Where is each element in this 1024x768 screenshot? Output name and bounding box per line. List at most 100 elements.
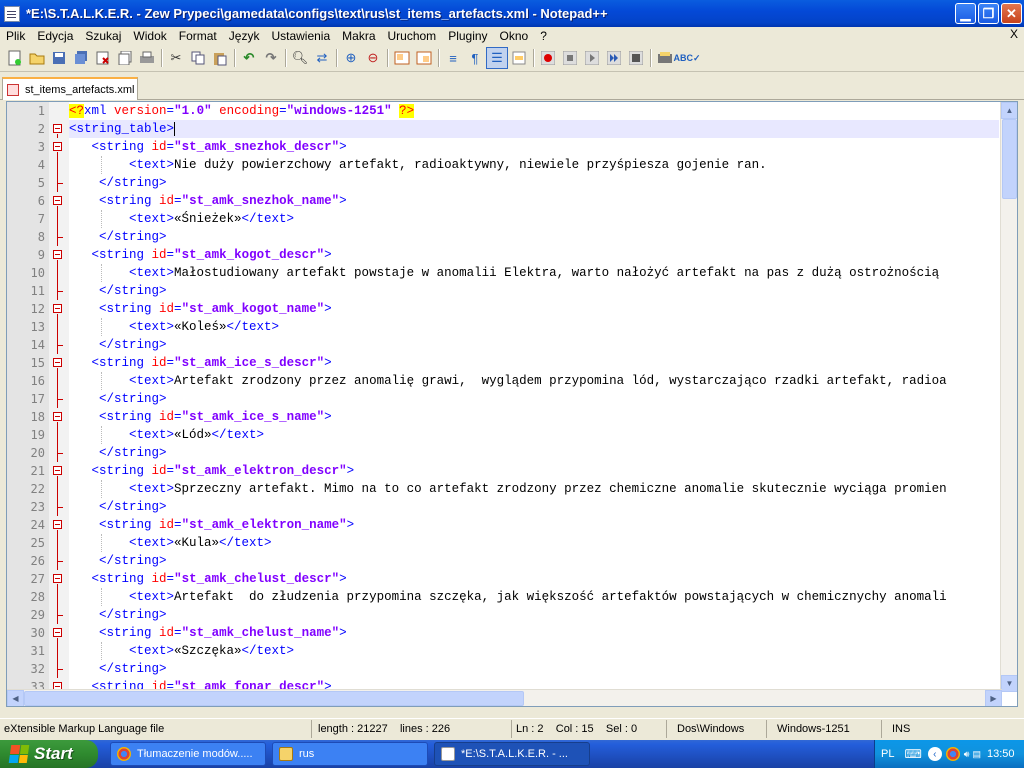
sync-horizontal-icon[interactable] [413,47,435,69]
scroll-up-icon[interactable]: ▲ [1001,102,1017,119]
code-line[interactable]: <?xml version="1.0" encoding="windows-12… [69,102,415,120]
save-icon[interactable] [48,47,70,69]
code-line[interactable]: <string id="st_amk_ice_s_descr"> [69,354,332,372]
close-all-icon[interactable] [114,47,136,69]
indent-guide-icon[interactable]: ☰ [486,47,508,69]
spell-check-icon[interactable]: ABC✓ [673,47,700,69]
keyboard-icon[interactable]: ⌨ [904,747,921,761]
close-file-icon[interactable] [92,47,114,69]
open-file-icon[interactable] [26,47,48,69]
menu-3[interactable]: Widok [127,29,172,43]
paste-icon[interactable] [209,47,231,69]
fold-collapse-icon[interactable] [53,574,62,583]
code-line[interactable]: <text>«Śnieżek»</text> [69,210,294,228]
menu-4[interactable]: Format [173,29,223,43]
vertical-scrollbar[interactable]: ▲ ▼ [1000,102,1017,692]
menu-5[interactable]: Język [223,29,266,43]
tray-expand-icon[interactable]: ‹ [927,747,942,761]
fold-collapse-icon[interactable] [53,466,62,475]
code-line[interactable]: <text>«Kula»</text> [69,534,272,552]
menu-0[interactable]: Plik [0,29,31,43]
menu-10[interactable]: Okno [494,29,535,43]
code-line[interactable]: </string> [69,606,167,624]
code-line[interactable]: <text>Nie duży powierzchowy artefakt, ra… [69,156,767,174]
code-line[interactable]: </string> [69,282,167,300]
scroll-left-icon[interactable]: ◀ [7,690,24,706]
code-line[interactable]: <string id="st_amk_elektron_descr"> [69,462,355,480]
sync-vertical-icon[interactable] [391,47,413,69]
code-line[interactable]: </string> [69,552,167,570]
scroll-right-icon[interactable]: ▶ [985,690,1002,706]
show-all-chars-icon[interactable]: ¶ [464,47,486,69]
minimize-button[interactable]: ▁ [955,3,976,24]
menu-7[interactable]: Makra [336,29,381,43]
language-indicator[interactable]: PL [881,748,894,760]
code-line[interactable]: <string id="st_amk_snezhok_name"> [69,192,347,210]
fold-collapse-icon[interactable] [53,124,62,133]
replace-icon[interactable]: ⇄ [311,47,333,69]
find-icon[interactable]: 🔍︎ [289,47,311,69]
menu-6[interactable]: Ustawienia [265,29,336,43]
fold-collapse-icon[interactable] [53,142,62,151]
menu-close-doc-icon[interactable]: X [1010,27,1018,41]
start-button[interactable]: Start [0,740,98,768]
restore-button[interactable]: ❐ [978,3,999,24]
menu-8[interactable]: Uruchom [382,29,443,43]
menu-11[interactable]: ? [534,29,553,43]
taskbar-item-browser[interactable]: Tłumaczenie modów..... [110,742,266,766]
new-file-icon[interactable] [4,47,26,69]
code-line[interactable]: <text>Sprzeczny artefakt. Mimo na to co … [69,480,947,498]
code-line[interactable]: </string> [69,174,167,192]
code-line[interactable]: <text>Artefakt do złudzenia przypomina s… [69,588,947,606]
fold-margin[interactable] [49,102,69,696]
save-all-icon[interactable] [70,47,92,69]
save-macro-icon[interactable] [625,47,647,69]
doc-map-icon[interactable] [508,47,530,69]
close-button[interactable]: ✕ [1001,3,1022,24]
network-icon[interactable]: ▤ [972,749,981,760]
editor[interactable]: 1 2 3 4 5 6 7 8 9 10 11 12 13 14 15 16 17 18 19 20 21 22 23 24 2… [6,101,1018,707]
tab-st-items-artefacts[interactable]: st_items_artefacts.xml [2,77,138,100]
code-line[interactable]: <text>Artefakt zrodzony przez anomalię g… [69,372,947,390]
run-macro-multiple-icon[interactable] [603,47,625,69]
fold-collapse-icon[interactable] [53,412,62,421]
speaker-icon[interactable]: 🔊︎ [964,749,970,760]
code-line[interactable]: <string id="st_amk_elektron_name"> [69,516,354,534]
code-line[interactable]: <string id="st_amk_chelust_name"> [69,624,347,642]
fold-collapse-icon[interactable] [53,520,62,529]
zoom-in-icon[interactable]: ⊕ [340,47,362,69]
redo-icon[interactable]: ↷ [260,47,282,69]
fold-collapse-icon[interactable] [53,358,62,367]
play-macro-icon[interactable] [581,47,603,69]
code-line[interactable]: </string> [69,498,167,516]
fold-collapse-icon[interactable] [53,250,62,259]
code-line[interactable]: </string> [69,336,167,354]
menu-9[interactable]: Pluginy [442,29,493,43]
word-wrap-icon[interactable]: ≡ [442,47,464,69]
menu-2[interactable]: Szukaj [79,29,127,43]
code-line[interactable]: </string> [69,660,167,678]
fold-collapse-icon[interactable] [53,628,62,637]
code-line[interactable]: <text>«Lód»</text> [69,426,264,444]
code-line[interactable]: <string id="st_amk_chelust_descr"> [69,570,347,588]
record-macro-icon[interactable] [537,47,559,69]
code-line[interactable]: </string> [69,390,167,408]
copy-icon[interactable] [187,47,209,69]
horizontal-scrollbar[interactable]: ◀ ▶ [7,689,1002,706]
code-line[interactable]: <string id="st_amk_kogot_descr"> [69,246,332,264]
code-line[interactable]: <string id="st_amk_kogot_name"> [69,300,332,318]
fold-collapse-icon[interactable] [53,196,62,205]
code-line[interactable]: <text>Małostudiowany artefakt powstaje w… [69,264,939,282]
fold-collapse-icon[interactable] [53,304,62,313]
code-line[interactable]: <string id="st_amk_snezhok_descr"> [69,138,347,156]
vertical-scroll-thumb[interactable] [1002,119,1017,199]
cut-icon[interactable]: ✂ [165,47,187,69]
code-area[interactable]: <?xml version="1.0" encoding="windows-12… [69,102,999,692]
scroll-down-icon[interactable]: ▼ [1001,675,1017,692]
code-line[interactable]: </string> [69,444,167,462]
stop-macro-icon[interactable] [559,47,581,69]
taskbar-item-notepadpp[interactable]: *E:\S.T.A.L.K.E.R. - ... [434,742,590,766]
chrome-tray-icon[interactable] [945,747,960,761]
undo-icon[interactable]: ↶ [238,47,260,69]
title-bar[interactable]: *E:\S.T.A.L.K.E.R. - Zew Prypeci\gamedat… [0,0,1024,27]
